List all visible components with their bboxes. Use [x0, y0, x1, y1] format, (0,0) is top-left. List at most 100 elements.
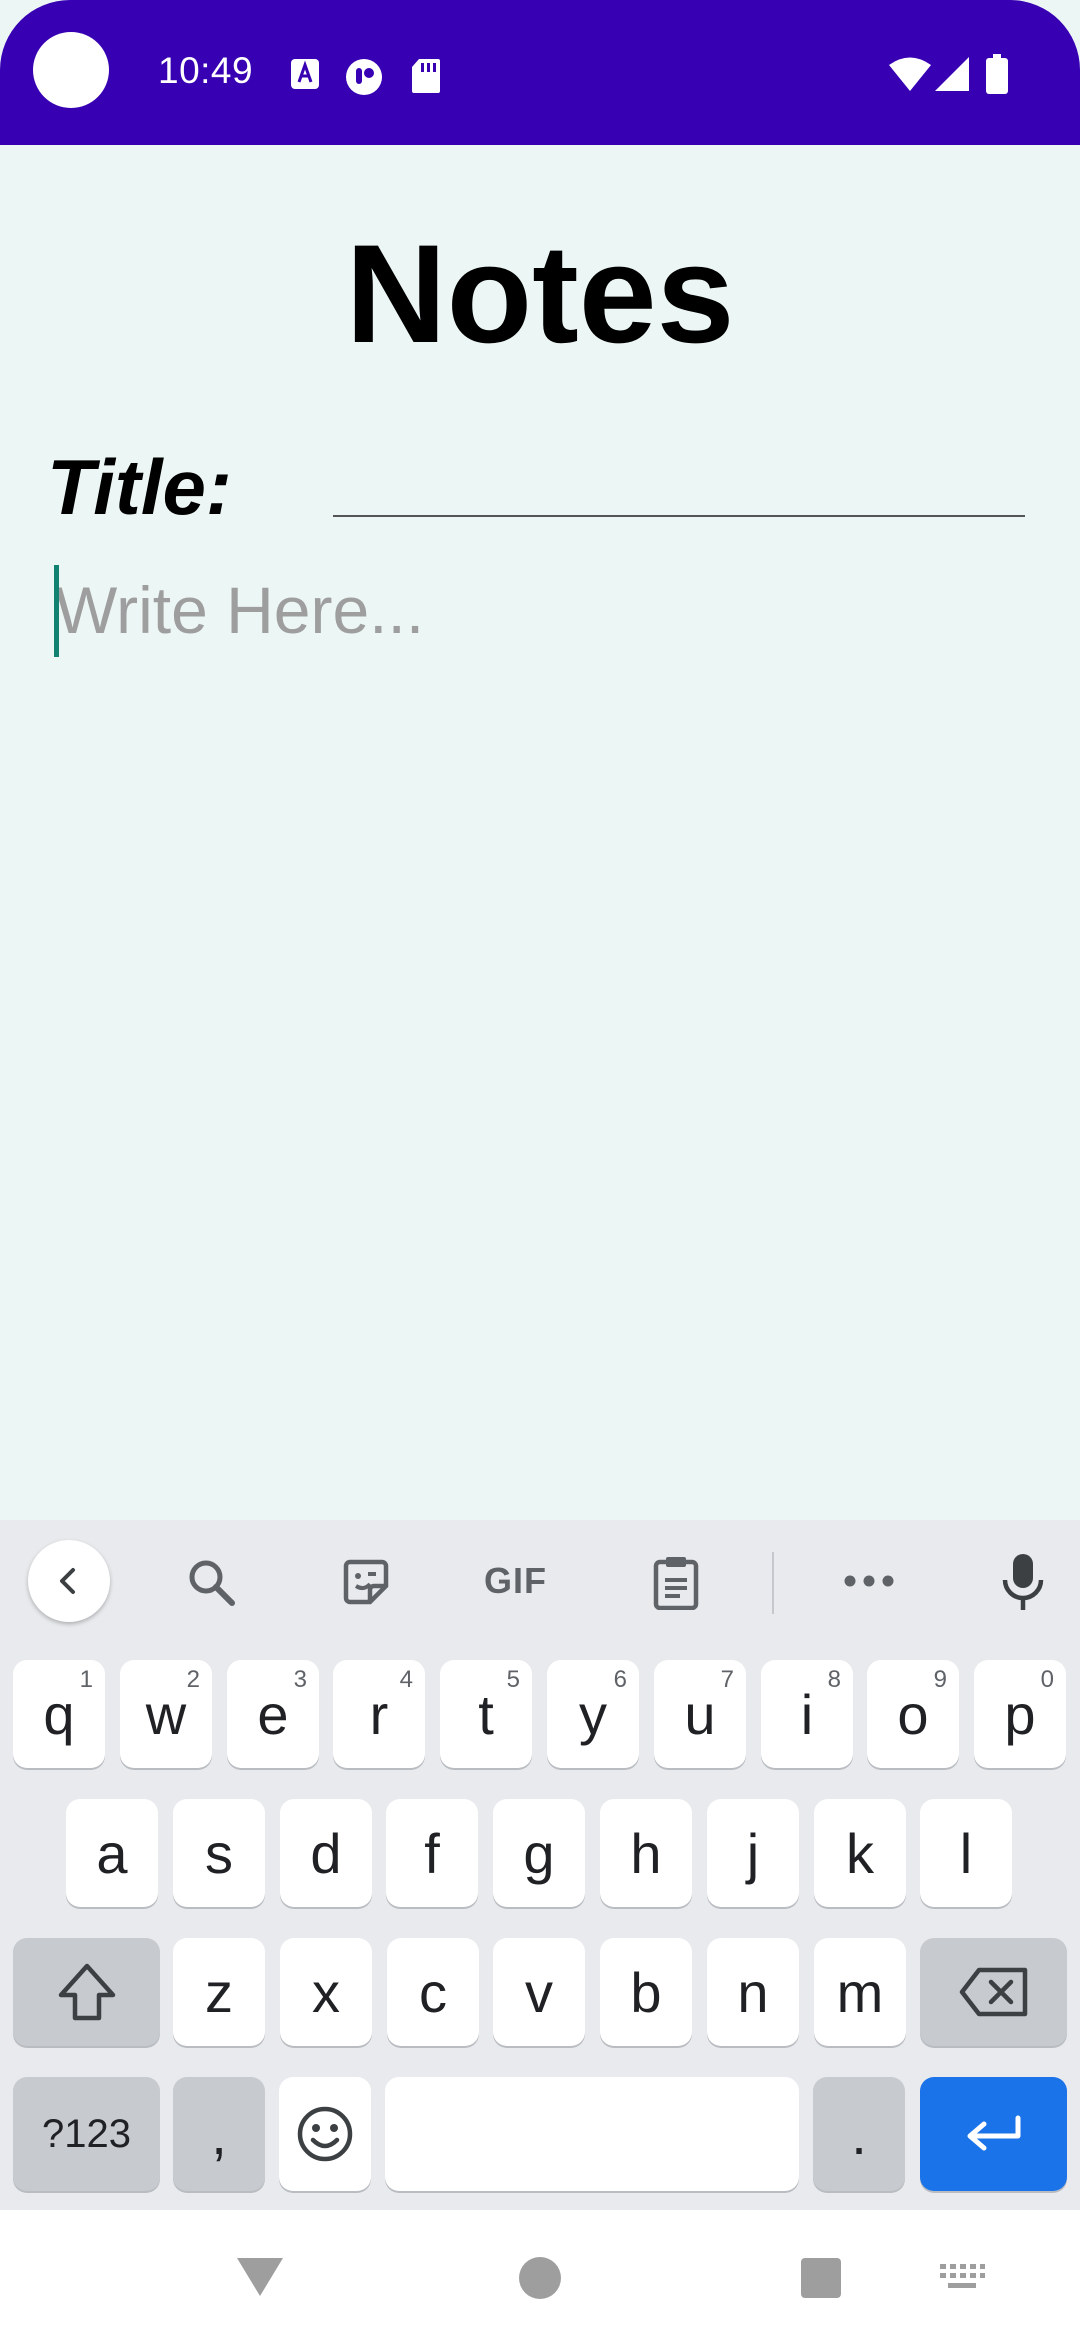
key-number-hint: 5 [506, 1666, 520, 1693]
shift-icon [58, 1963, 115, 2021]
key-label: c [419, 1960, 447, 2024]
keyboard-switch-icon[interactable] [938, 2262, 986, 2292]
enter-key[interactable] [920, 2077, 1067, 2191]
key-z[interactable]: z [173, 1938, 265, 2046]
home-circle-icon[interactable] [518, 2256, 562, 2300]
key-number-hint: 3 [293, 1666, 307, 1693]
key-r[interactable]: r4 [333, 1660, 425, 1768]
key-v[interactable]: v [493, 1938, 585, 2046]
key-f[interactable]: f [386, 1799, 478, 1907]
key-d[interactable]: d [280, 1799, 372, 1907]
emoji-key[interactable] [279, 2077, 371, 2191]
key-h[interactable]: h [600, 1799, 692, 1907]
mic-icon[interactable] [1001, 1552, 1045, 1612]
key-s[interactable]: s [173, 1799, 265, 1907]
key-c[interactable]: c [387, 1938, 479, 2046]
key-e[interactable]: e3 [227, 1660, 319, 1768]
key-label: r [369, 1682, 389, 1746]
note-body-input[interactable] [55, 563, 1035, 1163]
key-label: i [800, 1682, 814, 1746]
key-label: d [310, 1821, 342, 1885]
key-label: y [579, 1682, 607, 1746]
symbols-key[interactable]: ?123 [13, 2077, 160, 2191]
key-number-hint: 1 [79, 1666, 93, 1693]
key-label: o [897, 1682, 929, 1746]
key-number-hint: 8 [827, 1666, 841, 1693]
cellular-icon [935, 57, 969, 91]
key-label: g [523, 1821, 555, 1885]
status-time: 10:49 [158, 50, 254, 91]
key-j[interactable]: j [707, 1799, 799, 1907]
recents-square-icon[interactable] [800, 2257, 842, 2299]
key-label: n [737, 1960, 769, 2024]
key-number-hint: 9 [933, 1666, 947, 1693]
key-label: t [478, 1682, 494, 1746]
key-label: a [96, 1821, 128, 1885]
keyboard-back-button[interactable] [28, 1540, 110, 1622]
sticker-icon[interactable] [340, 1556, 392, 1608]
toolbar-divider [772, 1552, 774, 1614]
search-icon[interactable] [186, 1557, 238, 1609]
key-label: z [205, 1960, 233, 2024]
title-input[interactable] [333, 435, 1025, 517]
key-l[interactable]: l [920, 1799, 1012, 1907]
key-a[interactable]: a [66, 1799, 158, 1907]
key-label: s [205, 1821, 233, 1885]
key-label: f [424, 1821, 440, 1885]
key-k[interactable]: k [814, 1799, 906, 1907]
key-w[interactable]: w2 [120, 1660, 212, 1768]
key-b[interactable]: b [600, 1938, 692, 2046]
key-g[interactable]: g [493, 1799, 585, 1907]
text-cursor [54, 565, 59, 657]
backspace-icon [959, 1967, 1027, 2017]
key-m[interactable]: m [814, 1938, 906, 2046]
key-t[interactable]: t5 [440, 1660, 532, 1768]
key-label: v [525, 1960, 553, 2024]
comma-key[interactable]: , [173, 2077, 265, 2191]
key-label: u [684, 1682, 716, 1746]
key-number-hint: 6 [613, 1666, 627, 1693]
backspace-key[interactable] [920, 1938, 1067, 2046]
key-label: b [630, 1960, 662, 2024]
emoji-icon [297, 2106, 353, 2162]
clipboard-icon[interactable] [652, 1554, 700, 1610]
key-label: k [846, 1821, 874, 1885]
notes-screen: Notes Title: [0, 145, 1080, 1520]
key-label: e [257, 1682, 289, 1746]
battery-icon [986, 54, 1008, 94]
page-title: Notes [345, 215, 735, 372]
key-label: q [43, 1682, 75, 1746]
gif-button[interactable]: GIF [484, 1560, 547, 1602]
key-q[interactable]: q1 [13, 1660, 105, 1768]
key-u[interactable]: u7 [654, 1660, 746, 1768]
period-key[interactable]: . [813, 2077, 905, 2191]
key-label: h [630, 1821, 662, 1885]
camera-cutout [33, 32, 109, 108]
key-label: x [312, 1960, 340, 2024]
text-a-icon [291, 59, 319, 89]
space-key[interactable] [385, 2077, 799, 2191]
more-icon[interactable] [843, 1574, 895, 1588]
title-label: Title: [47, 443, 232, 531]
key-number-hint: 4 [399, 1666, 413, 1693]
key-y[interactable]: y6 [547, 1660, 639, 1768]
key-n[interactable]: n [707, 1938, 799, 2046]
key-label: j [746, 1821, 760, 1885]
app-icon [346, 59, 382, 95]
key-label: w [145, 1682, 187, 1746]
key-label: l [959, 1821, 973, 1885]
status-bar: 10:49 [0, 0, 1080, 145]
soft-keyboard: GIF ?123 , . q 1 w 2 e 3 r 4 t 5 y 6 u 7… [0, 1520, 1080, 2210]
enter-icon [967, 2115, 1020, 2151]
navigation-bar [0, 2210, 1080, 2340]
key-x[interactable]: x [280, 1938, 372, 2046]
shift-key[interactable] [13, 1938, 160, 2046]
back-triangle-icon[interactable] [235, 2256, 285, 2298]
key-number-hint: 2 [186, 1666, 200, 1693]
key-label: m [836, 1960, 884, 2024]
wifi-icon [889, 57, 931, 91]
key-i[interactable]: i8 [761, 1660, 853, 1768]
sd-card-icon [412, 59, 440, 93]
key-p[interactable]: p0 [974, 1660, 1066, 1768]
key-o[interactable]: o9 [867, 1660, 959, 1768]
